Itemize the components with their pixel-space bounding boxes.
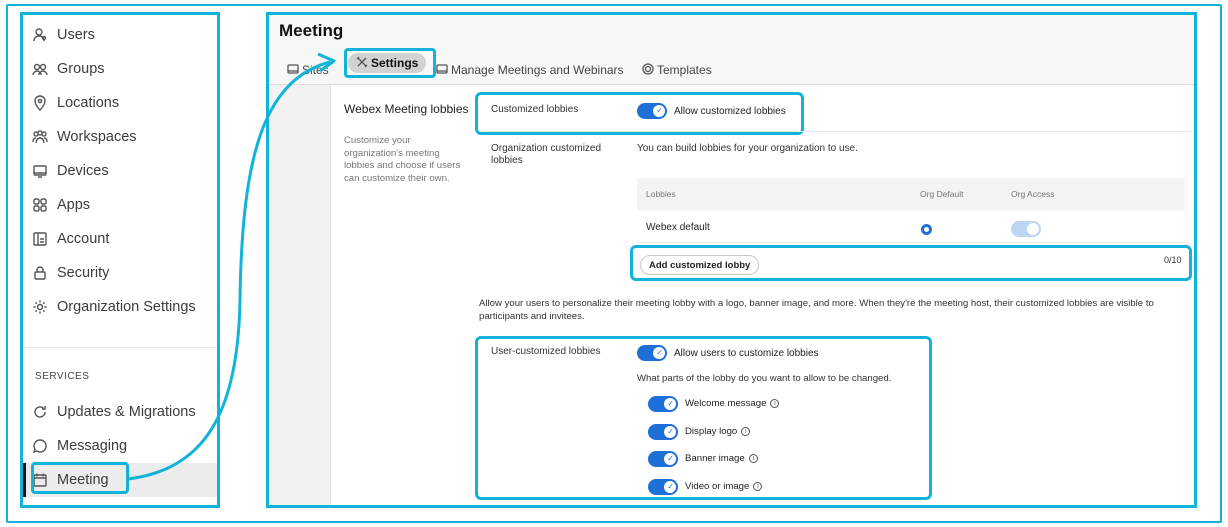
devices-icon bbox=[31, 162, 49, 180]
refresh-icon bbox=[31, 403, 49, 421]
allow-customized-lobbies-toggle[interactable]: ✓ bbox=[637, 103, 667, 119]
sidebar-item-label: Updates & Migrations bbox=[57, 404, 196, 420]
sidebar-item-label: Messaging bbox=[57, 438, 128, 454]
account-icon bbox=[31, 230, 49, 248]
display-logo-option: Display logo i bbox=[685, 426, 751, 437]
sidebar-item-security[interactable]: Security bbox=[31, 260, 109, 286]
info-icon[interactable]: i bbox=[748, 453, 758, 463]
sidebar-item-devices[interactable]: Devices bbox=[31, 158, 109, 184]
sidebar: Users Groups Locations Workspaces Device… bbox=[20, 12, 220, 508]
active-item-indicator bbox=[23, 463, 26, 497]
templates-icon bbox=[642, 62, 657, 78]
sidebar-item-account[interactable]: Account bbox=[31, 226, 109, 252]
info-icon[interactable]: i bbox=[770, 398, 780, 408]
welcome-message-toggle[interactable]: ✓ bbox=[648, 396, 678, 412]
tools-icon bbox=[356, 56, 371, 71]
section-title: Webex Meeting lobbies bbox=[344, 102, 469, 116]
welcome-message-option: Welcome message i bbox=[685, 398, 780, 409]
personalize-description: Allow your users to personalize their me… bbox=[479, 298, 1154, 322]
sidebar-item-label: Organization Settings bbox=[57, 299, 196, 315]
sidebar-item-apps[interactable]: Apps bbox=[31, 192, 90, 218]
tab-label: Manage Meetings and Webinars bbox=[451, 63, 624, 77]
groups-icon bbox=[31, 60, 49, 78]
tab-templates[interactable]: Templates bbox=[642, 59, 712, 81]
allow-users-customize-toggle[interactable]: ✓ bbox=[637, 345, 667, 361]
sidebar-item-label: Security bbox=[57, 265, 110, 281]
sidebar-item-groups[interactable]: Groups bbox=[31, 56, 105, 82]
sidebar-item-label: Users bbox=[57, 27, 95, 43]
customized-lobbies-label: Customized lobbies bbox=[491, 104, 579, 115]
tab-label: Settings bbox=[371, 56, 419, 70]
left-gutter bbox=[269, 85, 331, 505]
monitor-icon bbox=[436, 63, 451, 78]
divider bbox=[481, 131, 1191, 132]
user-lobbies-highlight bbox=[475, 336, 932, 500]
sidebar-item-locations[interactable]: Locations bbox=[31, 90, 119, 116]
sidebar-item-workspaces[interactable]: Workspaces bbox=[31, 124, 137, 150]
banner-image-toggle[interactable]: ✓ bbox=[648, 451, 678, 467]
sidebar-item-label: Devices bbox=[57, 163, 109, 179]
chat-bubble-icon bbox=[31, 437, 49, 455]
tab-settings[interactable]: Settings bbox=[348, 53, 427, 73]
column-header-org-default: Org Default bbox=[920, 189, 964, 199]
workspaces-icon bbox=[31, 128, 49, 146]
row-divider bbox=[637, 242, 1185, 243]
video-or-image-option: Video or image i bbox=[685, 481, 763, 492]
users-icon bbox=[31, 26, 49, 44]
org-lobbies-label: Organization customized lobbies bbox=[491, 143, 602, 166]
gear-icon bbox=[31, 298, 49, 316]
section-description: Customize your organization's meeting lo… bbox=[344, 135, 461, 184]
option-label: Welcome message bbox=[685, 398, 767, 409]
tab-label: Sites bbox=[302, 63, 329, 77]
option-label: Banner image bbox=[685, 453, 745, 464]
add-customized-lobby-button[interactable]: Add customized lobby bbox=[640, 255, 760, 275]
tab-sites[interactable]: Sites bbox=[287, 59, 329, 81]
org-lobbies-desc: You can build lobbies for your organizat… bbox=[637, 143, 858, 154]
meeting-highlight bbox=[31, 462, 129, 494]
video-or-image-toggle[interactable]: ✓ bbox=[648, 479, 678, 495]
sidebar-item-label: Apps bbox=[57, 197, 91, 213]
tab-label: Templates bbox=[657, 63, 712, 77]
lobbies-table-header bbox=[637, 178, 1185, 210]
page-title: Meeting bbox=[279, 21, 344, 40]
sidebar-item-users[interactable]: Users bbox=[31, 22, 95, 48]
lock-icon bbox=[31, 264, 49, 282]
location-pin-icon bbox=[31, 94, 49, 112]
lobby-parts-question: What parts of the lobby do you want to a… bbox=[637, 373, 892, 384]
lobby-count: 0/10 bbox=[1164, 255, 1182, 265]
sidebar-item-label: Account bbox=[57, 231, 110, 247]
banner-image-option: Banner image i bbox=[685, 453, 758, 464]
sidebar-item-label: Groups bbox=[57, 61, 105, 77]
allow-users-customize-label: Allow users to customize lobbies bbox=[674, 348, 819, 359]
tab-manage-meetings-webinars[interactable]: Manage Meetings and Webinars bbox=[436, 59, 624, 81]
sidebar-item-messaging[interactable]: Messaging bbox=[31, 433, 127, 459]
org-default-radio[interactable] bbox=[921, 224, 932, 235]
allow-customized-lobbies-label: Allow customized lobbies bbox=[674, 106, 786, 117]
services-header: SERVICES bbox=[35, 371, 90, 382]
user-lobbies-label: User-customized lobbies bbox=[491, 346, 601, 357]
apps-grid-icon bbox=[31, 196, 49, 214]
lobby-name: Webex default bbox=[646, 222, 710, 233]
column-header-lobbies: Lobbies bbox=[646, 189, 676, 199]
sidebar-item-label: Locations bbox=[57, 95, 120, 111]
info-icon[interactable]: i bbox=[753, 481, 763, 491]
sidebar-item-organization-settings[interactable]: Organization Settings bbox=[31, 294, 196, 320]
column-header-org-access: Org Access bbox=[1011, 189, 1055, 199]
sidebar-divider bbox=[23, 347, 217, 348]
main-panel: Meeting Sites Settings Manage Meetings a… bbox=[266, 12, 1197, 508]
sites-icon bbox=[287, 63, 302, 78]
info-icon[interactable]: i bbox=[741, 426, 751, 436]
sidebar-item-updates-migrations[interactable]: Updates & Migrations bbox=[31, 399, 196, 425]
sidebar-item-label: Workspaces bbox=[57, 129, 137, 145]
option-label: Video or image bbox=[685, 481, 750, 492]
org-access-toggle[interactable] bbox=[1011, 221, 1041, 237]
option-label: Display logo bbox=[685, 426, 738, 437]
display-logo-toggle[interactable]: ✓ bbox=[648, 424, 678, 440]
